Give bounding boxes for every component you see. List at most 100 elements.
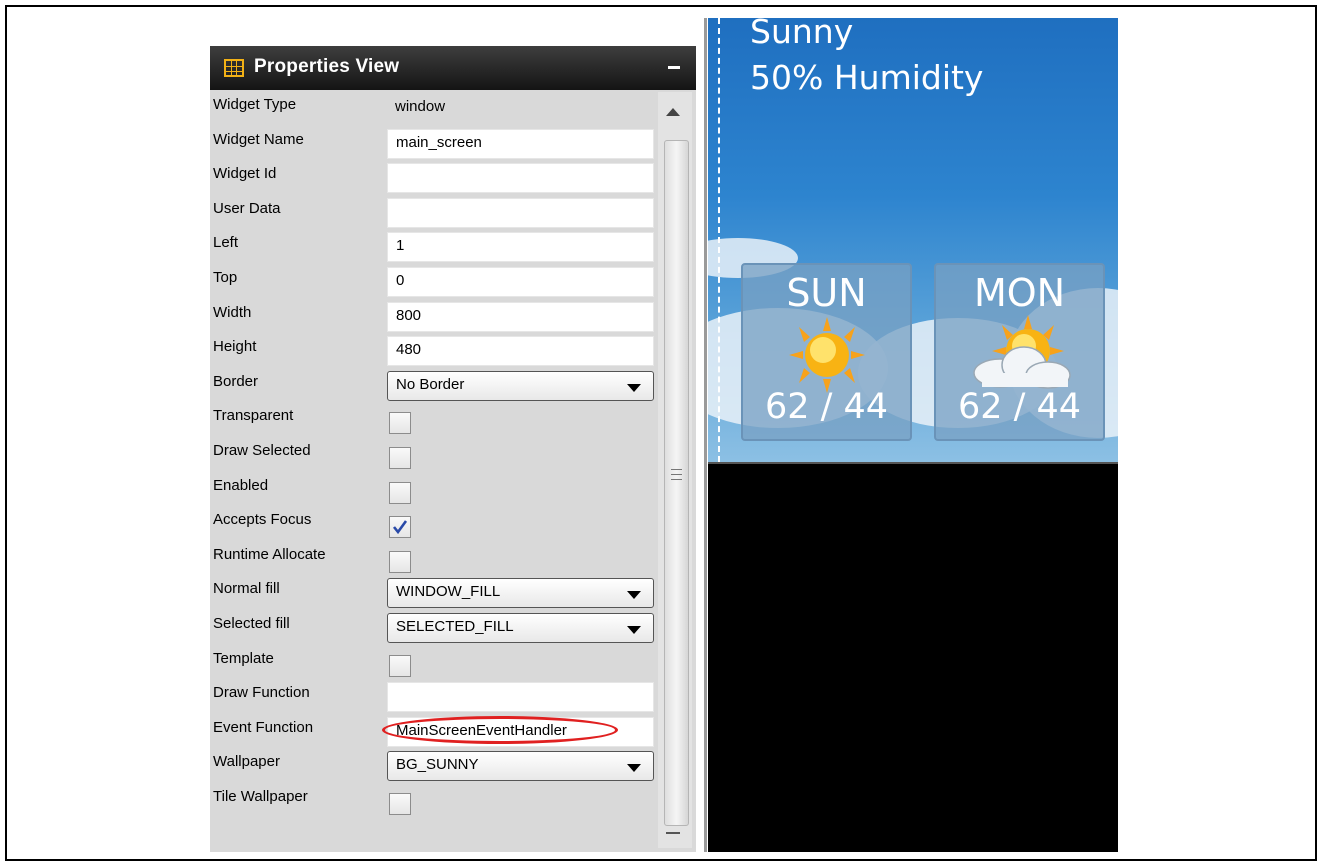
forecast-day: MON xyxy=(973,271,1066,315)
property-label: Height xyxy=(213,338,257,356)
grip-line xyxy=(671,479,682,480)
property-label: Event Function xyxy=(213,718,314,736)
partly-cloudy-icon xyxy=(973,315,1071,389)
property-checkbox-cell[interactable] xyxy=(387,440,654,470)
property-row: Draw Function xyxy=(210,680,660,715)
property-row: Accepts Focus xyxy=(210,507,660,542)
scroll-thumb[interactable] xyxy=(664,140,689,826)
property-checkbox-cell[interactable] xyxy=(387,475,654,505)
property-row: Widget Type window xyxy=(210,92,660,127)
property-row: Widget Name main_screen xyxy=(210,127,660,162)
property-row: Selected fill SELECTED_FILL xyxy=(210,611,660,646)
forecast-card-mon: MON 62 / 44 xyxy=(934,263,1105,441)
property-dropdown[interactable]: SELECTED_FILL xyxy=(387,612,654,643)
property-label: Widget Id xyxy=(213,165,277,183)
property-value: window xyxy=(395,98,446,115)
property-label: Normal fill xyxy=(213,580,280,598)
property-row: Height 480 xyxy=(210,334,660,369)
forecast-temps: 62 / 44 xyxy=(764,387,889,427)
property-row: Transparent xyxy=(210,403,660,438)
property-checkbox[interactable] xyxy=(389,516,411,539)
property-row: Border No Border xyxy=(210,369,660,404)
property-checkbox[interactable] xyxy=(389,481,411,504)
chevron-down-icon xyxy=(627,383,641,392)
property-input[interactable]: 800 xyxy=(387,301,654,332)
property-checkbox-cell[interactable] xyxy=(387,648,654,678)
property-dropdown[interactable]: BG_SUNNY xyxy=(387,751,654,782)
property-label: Top xyxy=(213,268,238,286)
property-row: Runtime Allocate xyxy=(210,542,660,577)
property-checkbox-cell[interactable] xyxy=(387,786,654,816)
property-row: Normal fill WINDOW_FILL xyxy=(210,576,660,611)
property-row: Enabled xyxy=(210,473,660,508)
property-input[interactable] xyxy=(387,682,654,713)
property-rows: Widget Type window Widget Name main_screen W… xyxy=(210,92,660,818)
scroll-down-arrow-icon[interactable] xyxy=(666,832,680,834)
forecast-day: SUN xyxy=(786,271,867,315)
property-label: Selected fill xyxy=(213,614,290,632)
property-label: Wallpaper xyxy=(213,753,280,771)
property-row: Wallpaper BG_SUNNY xyxy=(210,749,660,784)
property-label: Widget Type xyxy=(213,96,297,113)
property-checkbox-cell[interactable] xyxy=(387,544,654,574)
property-input[interactable]: 480 xyxy=(387,336,654,367)
grip-line xyxy=(671,474,682,475)
property-checkbox[interactable] xyxy=(389,446,411,469)
scroll-up-arrow-icon[interactable] xyxy=(666,108,680,116)
property-checkbox[interactable] xyxy=(389,792,411,815)
forecast-card-sun: SUN 62 / 44 xyxy=(741,263,912,441)
property-row: Left 1 xyxy=(210,230,660,265)
property-label: Tile Wallpaper xyxy=(213,787,308,805)
table-grid-icon xyxy=(224,59,244,77)
property-label: Enabled xyxy=(213,476,269,494)
property-dropdown[interactable]: No Border xyxy=(387,370,654,401)
panel-title: Properties View xyxy=(254,56,400,77)
grip-line xyxy=(671,469,682,470)
property-label: Draw Selected xyxy=(213,441,311,459)
property-label: Width xyxy=(213,303,252,321)
property-checkbox-cell[interactable] xyxy=(387,405,654,435)
property-label: Widget Name xyxy=(213,130,304,148)
property-row: Tile Wallpaper xyxy=(210,784,660,819)
minimize-icon[interactable] xyxy=(668,66,680,69)
humidity-text: 50% Humidity xyxy=(750,58,984,97)
property-checkbox-cell[interactable] xyxy=(387,509,654,539)
property-row: Widget Id xyxy=(210,161,660,196)
property-row: Event Function MainScreenEventHandler xyxy=(210,715,660,750)
property-input[interactable] xyxy=(387,197,654,228)
dropdown-value: SELECTED_FILL xyxy=(396,617,514,635)
property-row: Width 800 xyxy=(210,300,660,335)
chevron-down-icon xyxy=(627,591,641,600)
property-input[interactable] xyxy=(387,163,654,194)
property-input-text: 0 xyxy=(396,271,405,289)
checkmark-icon xyxy=(392,520,408,535)
property-input[interactable]: MainScreenEventHandler xyxy=(382,715,654,747)
property-label: Transparent xyxy=(213,407,294,425)
property-label: Draw Function xyxy=(213,684,310,702)
property-row: Draw Selected xyxy=(210,438,660,473)
property-label: User Data xyxy=(213,199,281,217)
properties-panel: Properties View Widget Type window Widget … xyxy=(210,46,696,852)
property-checkbox[interactable] xyxy=(389,550,411,573)
property-input[interactable]: 1 xyxy=(387,232,654,263)
property-input[interactable]: 0 xyxy=(387,266,654,297)
sunny-wallpaper: Sunny 50% Humidity SUN 62 / 44 MON 62 / … xyxy=(708,18,1118,462)
property-label: Left xyxy=(213,234,239,252)
highlight-ellipse xyxy=(382,715,618,744)
property-checkbox[interactable] xyxy=(389,412,411,435)
canvas-edge xyxy=(708,462,1118,464)
property-checkbox[interactable] xyxy=(389,654,411,677)
property-label: Template xyxy=(213,649,274,667)
property-input-text: 480 xyxy=(396,341,422,359)
property-input[interactable]: main_screen xyxy=(387,128,654,159)
forecast-temps: 62 / 44 xyxy=(957,387,1082,427)
property-dropdown[interactable]: WINDOW_FILL xyxy=(387,578,654,609)
properties-header: Properties View xyxy=(210,46,696,90)
property-input-text: 1 xyxy=(396,237,405,255)
properties-scrollbar[interactable] xyxy=(658,92,692,848)
chevron-down-icon xyxy=(627,625,641,634)
property-input-text: main_screen xyxy=(396,133,482,151)
condition-text: Sunny xyxy=(750,18,854,51)
dropdown-value: WINDOW_FILL xyxy=(396,583,501,601)
splitter[interactable] xyxy=(704,18,707,852)
